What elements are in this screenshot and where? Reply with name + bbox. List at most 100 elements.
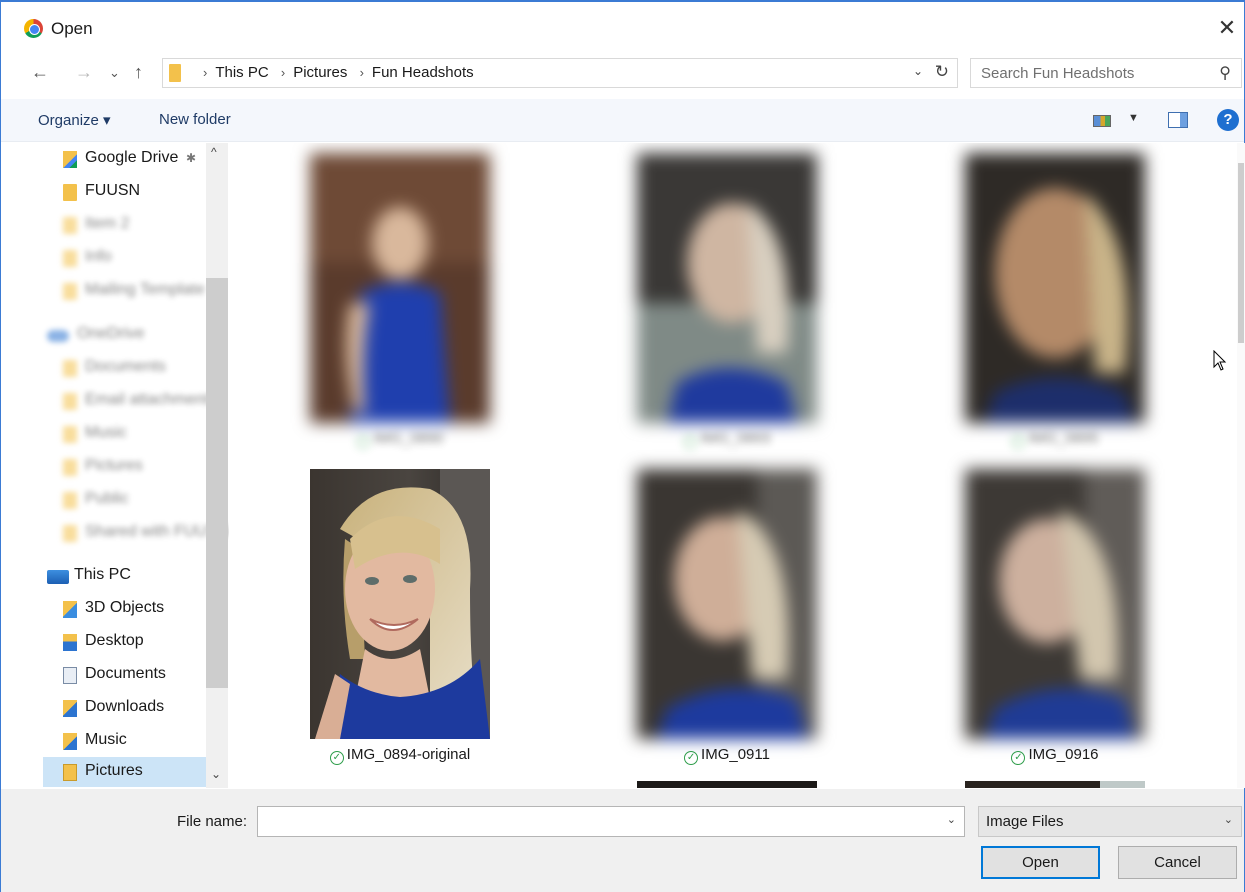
breadcrumb-pictures[interactable]: Pictures — [293, 64, 347, 81]
sidebar-item-label: Public — [85, 490, 129, 507]
dialog-title: Open — [51, 19, 93, 38]
sidebar-item-label: FUUSN — [85, 182, 141, 199]
change-view-icon[interactable] — [1093, 115, 1111, 127]
sidebar-item-label: Info — [85, 248, 112, 265]
sidebar-item-obscured[interactable]: Pictures — [1, 452, 207, 482]
title-bar: Open ✕ — [1, 2, 1244, 56]
folder-icon — [63, 250, 77, 267]
music-icon — [63, 733, 77, 750]
sidebar-item-obscured[interactable]: OneDrive — [1, 320, 207, 350]
sidebar-item-label: Downloads — [85, 698, 165, 715]
sidebar-item-label: Pictures — [85, 762, 143, 779]
sidebar-item-this-pc[interactable]: This PC — [1, 561, 207, 591]
search-input[interactable]: Search Fun Headshots ⚲ — [970, 58, 1242, 88]
thumbnail-image — [637, 781, 817, 788]
up-icon[interactable]: ↑ — [134, 62, 143, 83]
sidebar-item-3d-objects[interactable]: 3D Objects — [1, 594, 207, 624]
file-name-label: ✓ IMG_0890 — [270, 430, 530, 449]
sidebar-item-documents[interactable]: Documents — [1, 660, 207, 690]
folder-icon — [169, 64, 181, 82]
scrollbar-thumb[interactable] — [206, 278, 228, 688]
folder-icon — [63, 492, 77, 509]
file-name-label: File name: — [177, 813, 248, 830]
search-icon: ⚲ — [1219, 65, 1231, 82]
thumbnail-image — [965, 153, 1145, 423]
help-icon[interactable]: ? — [1217, 109, 1239, 131]
desktop-icon — [63, 634, 77, 651]
sidebar-item-label: Email attachments — [85, 391, 217, 408]
sidebar-item-label: Desktop — [85, 632, 144, 649]
cancel-button[interactable]: Cancel — [1118, 846, 1237, 879]
scrollbar-thumb[interactable] — [1238, 163, 1244, 343]
google-drive-icon — [63, 151, 77, 168]
preview-pane-icon[interactable] — [1168, 112, 1188, 128]
sync-status-icon: ✓ — [329, 751, 344, 765]
sidebar-item-label: This PC — [74, 566, 131, 583]
folder-icon — [63, 360, 77, 377]
sidebar-item-desktop[interactable]: Desktop — [1, 627, 207, 657]
breadcrumb-fun-headshots[interactable]: Fun Headshots — [372, 64, 474, 81]
file-name-label: ✓ IMG_0894-original — [270, 746, 530, 765]
pin-icon[interactable]: ✱ — [186, 151, 196, 165]
address-dropdown-icon[interactable]: ⌄ — [913, 64, 923, 78]
sidebar-item-obscured[interactable]: Mailing Template — [1, 276, 207, 306]
sidebar-item-obscured[interactable]: Documents — [1, 353, 207, 383]
scroll-down-icon[interactable]: ⌄ — [211, 767, 221, 781]
folder-icon — [63, 184, 77, 201]
back-icon[interactable]: ← — [31, 62, 49, 83]
organize-button[interactable]: Organize ▾ — [38, 111, 111, 129]
command-toolbar: Organize ▾ New folder ▼ ? — [1, 99, 1244, 142]
thumbnail-image — [637, 469, 817, 739]
sidebar-item-label: Music — [85, 424, 127, 441]
3d-objects-icon — [63, 601, 77, 618]
navigation-pane: Google Drive ✱ FUUSN Item 2 Info Mailing… — [1, 143, 229, 788]
thumbnail-image — [637, 153, 817, 423]
sidebar-item-obscured[interactable]: Info — [1, 243, 207, 273]
sidebar-item-fuusn[interactable]: FUUSN — [1, 177, 207, 207]
sidebar-item-downloads[interactable]: Downloads — [1, 693, 207, 723]
chevron-down-icon: ⌄ — [1223, 814, 1233, 826]
sidebar-scrollbar[interactable]: ^ ⌄ — [206, 143, 228, 788]
sidebar-item-label: Music — [85, 731, 127, 748]
file-name-label: ✓ IMG_0916 — [925, 746, 1185, 765]
sidebar-item-obscured[interactable]: Music — [1, 419, 207, 449]
folder-icon — [63, 525, 77, 542]
sidebar-item-label: Documents — [85, 358, 166, 375]
recent-locations-icon[interactable]: ⌄ — [109, 65, 120, 81]
open-button[interactable]: Open — [981, 846, 1100, 879]
documents-icon — [63, 667, 77, 684]
refresh-icon[interactable]: ↻ — [935, 62, 949, 82]
downloads-icon — [63, 700, 77, 717]
forward-icon[interactable]: → — [75, 62, 93, 83]
file-name-label: ✓ IMG_0911 — [597, 746, 857, 765]
close-button[interactable]: ✕ — [1212, 10, 1242, 46]
sidebar-item-label: OneDrive — [77, 325, 145, 342]
breadcrumb-this-pc[interactable]: This PC — [215, 64, 268, 81]
this-pc-icon — [47, 570, 69, 584]
sidebar-item-obscured[interactable]: Email attachments — [1, 386, 217, 416]
address-bar[interactable]: › This PC › Pictures › Fun Headshots ⌄ ↻ — [162, 58, 958, 88]
pictures-icon — [63, 764, 77, 781]
sidebar-item-obscured[interactable]: Shared with FUUSN — [1, 518, 229, 548]
sidebar-item-pictures[interactable]: Pictures — [43, 757, 206, 787]
sidebar-item-music[interactable]: Music — [1, 726, 207, 756]
file-name-input[interactable]: ⌄ — [257, 806, 965, 837]
content-scrollbar[interactable] — [1237, 143, 1245, 788]
thumbnail-image — [965, 469, 1145, 739]
sidebar-item-label: Pictures — [85, 457, 143, 474]
chevron-down-icon[interactable]: ⌄ — [947, 813, 956, 826]
sidebar-item-obscured[interactable]: Public — [1, 485, 207, 515]
file-type-select[interactable]: Image Files ⌄ — [978, 806, 1242, 837]
scroll-up-icon[interactable]: ^ — [211, 145, 217, 159]
folder-icon — [63, 283, 77, 300]
chrome-icon — [24, 19, 43, 38]
sync-status-icon: ✓ — [1011, 751, 1026, 765]
sidebar-item-obscured[interactable]: Item 2 — [1, 210, 207, 240]
view-options-dropdown-icon[interactable]: ▼ — [1128, 112, 1139, 124]
file-name-label: ✓ IMG_0895 — [925, 430, 1185, 449]
sidebar-item-google-drive[interactable]: Google Drive ✱ — [1, 144, 207, 174]
thumbnail-image — [310, 469, 490, 739]
folder-icon — [63, 393, 77, 410]
new-folder-button[interactable]: New folder — [159, 111, 231, 128]
folder-icon — [63, 459, 77, 476]
